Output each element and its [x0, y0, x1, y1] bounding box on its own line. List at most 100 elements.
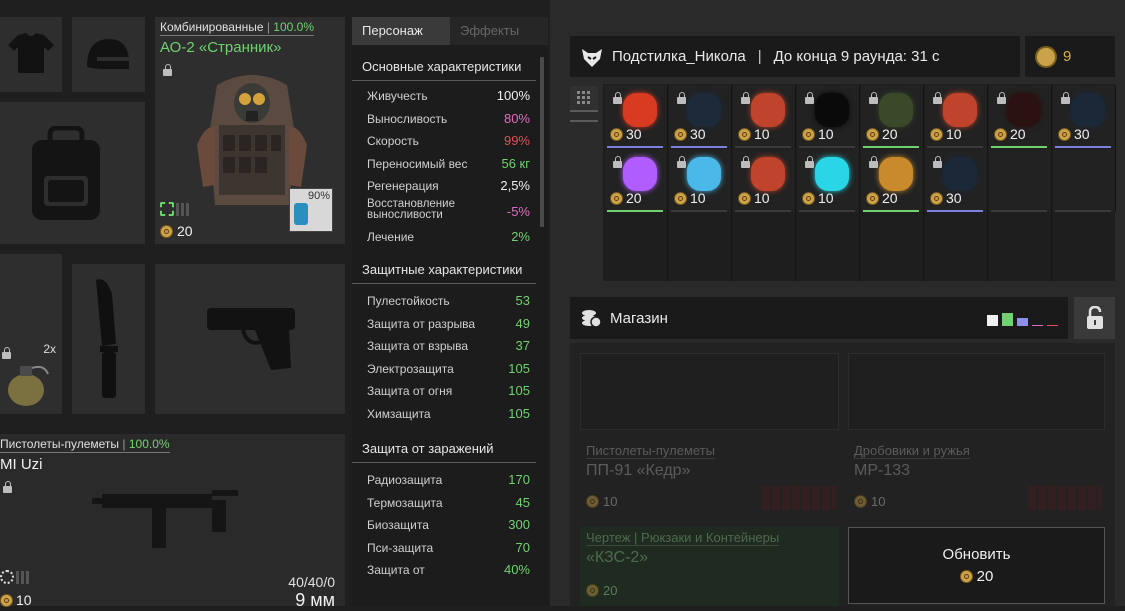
- section-title-infection: Защита от заражений: [352, 435, 536, 463]
- knife-slot[interactable]: [72, 264, 145, 414]
- inventory-empty-slot[interactable]: [1053, 149, 1116, 212]
- grenade-count: 2x: [43, 342, 56, 356]
- weapon-image: [92, 490, 238, 548]
- tab-character[interactable]: Персонаж: [352, 17, 450, 45]
- knife-icon: [96, 279, 118, 398]
- stat-label: Лечение: [367, 229, 415, 244]
- inventory-item[interactable]: 10: [733, 85, 796, 148]
- refresh-label: Обновить: [942, 546, 1011, 563]
- coin-icon: [0, 593, 13, 607]
- artifact-image: [623, 93, 657, 127]
- stat-value: -5%: [506, 203, 530, 219]
- inventory-item[interactable]: 30: [925, 149, 988, 212]
- shirt-slot[interactable]: [0, 17, 62, 92]
- shop-card-category: Пистолеты-пулеметы: [586, 443, 715, 459]
- stats-panel: Персонаж Эффекты Основные характеристики…: [352, 17, 548, 606]
- tab-effects[interactable]: Эффекты: [450, 17, 548, 45]
- item-price: 10: [946, 126, 962, 142]
- lock-icon: [869, 156, 878, 168]
- shop-slot-empty[interactable]: [848, 353, 1105, 430]
- weapon-slot[interactable]: Пистолеты-пулеметы | 100.0% MI Uzi 10 40…: [0, 434, 345, 610]
- shop-header: Магазин: [570, 297, 1068, 339]
- scrollbar[interactable]: [540, 57, 544, 227]
- stat-row: Защита от огня 105: [352, 380, 548, 403]
- inventory-item[interactable]: 10: [733, 149, 796, 212]
- stat-row: Биозащита 300: [352, 514, 548, 537]
- lock-icon: [677, 156, 686, 168]
- stat-value: 80%: [503, 110, 530, 126]
- item-price: 30: [1074, 126, 1090, 142]
- backpack-slot[interactable]: [0, 102, 145, 244]
- stat-row: Лечение 2%: [352, 226, 548, 249]
- stat-row: Живучесть 100%: [352, 85, 548, 108]
- rarity-line: [607, 210, 663, 212]
- inventory-item[interactable]: 20: [989, 85, 1052, 148]
- stat-row: Пси-защита 70: [352, 537, 548, 560]
- inventory-item[interactable]: 30: [669, 85, 732, 148]
- grenade-slot[interactable]: 2x: [0, 254, 62, 414]
- shop-card[interactable]: Пистолеты-пулеметы ПП-91 «Кедр» 10: [580, 440, 839, 517]
- coin-icon: [866, 191, 879, 205]
- inventory-item[interactable]: 10: [797, 149, 860, 212]
- stat-row: Выносливость 80%: [352, 108, 548, 131]
- filter-white[interactable]: [987, 315, 998, 326]
- armor-slot[interactable]: Комбинированные | 100.0% АО-2 «Странник»…: [155, 17, 345, 244]
- coin-icon: [959, 570, 973, 583]
- rarity-line: [671, 210, 727, 212]
- backpack-icon: [32, 126, 100, 220]
- artifact-image: [943, 93, 977, 127]
- inventory-item[interactable]: 10: [797, 85, 860, 148]
- shop-slot-empty[interactable]: [580, 353, 839, 430]
- inventory-item[interactable]: 10: [925, 85, 988, 148]
- stat-row: Скорость 99%: [352, 130, 548, 153]
- inventory-item[interactable]: 10: [669, 149, 732, 212]
- inventory-item[interactable]: 20: [861, 85, 924, 148]
- inventory-empty-slot[interactable]: [989, 149, 1052, 212]
- stat-value: 56 кг: [501, 155, 530, 171]
- helmet-icon: [87, 39, 129, 69]
- inventory-item[interactable]: 30: [605, 85, 668, 148]
- level-bar: [16, 570, 19, 584]
- stat-label: Восстановление выносливости: [367, 197, 455, 221]
- filter-red[interactable]: [1047, 325, 1058, 326]
- level-bar: [26, 570, 29, 584]
- coin-icon: [738, 127, 751, 141]
- shop-card-name: МР-133: [854, 462, 911, 479]
- item-price: 20: [1010, 126, 1026, 142]
- filter-green[interactable]: [1002, 313, 1013, 326]
- shop-card-blueprint[interactable]: Чертеж | Рюкзаки и Контейнеры «КЗС-2» 20: [580, 527, 839, 606]
- armor-category: Комбинированные: [160, 20, 264, 34]
- stat-value: 105: [508, 383, 530, 398]
- rarity-line: [991, 146, 1047, 148]
- stat-row: Химзащита 105: [352, 403, 548, 426]
- item-price: 30: [626, 126, 642, 142]
- armor-container[interactable]: 90%: [289, 188, 333, 232]
- filter-pink[interactable]: [1032, 325, 1043, 326]
- coin-icon: [586, 495, 599, 508]
- coin-icon: [610, 127, 623, 141]
- lock-icon: [163, 64, 172, 76]
- grid-icon: [577, 91, 590, 104]
- shop-lock-button[interactable]: [1074, 297, 1115, 339]
- lock-icon: [933, 156, 942, 168]
- refresh-button[interactable]: Обновить 20: [848, 527, 1105, 604]
- header-separator: |: [757, 48, 762, 65]
- inventory-item[interactable]: 20: [861, 149, 924, 212]
- helmet-slot[interactable]: [72, 17, 145, 92]
- lock-icon: [933, 92, 942, 104]
- level-bar: [186, 202, 189, 216]
- lock-icon: [613, 92, 622, 104]
- inventory-item[interactable]: 20: [605, 149, 668, 212]
- filter-blue[interactable]: [1017, 318, 1028, 326]
- stat-label: Биозащита: [367, 518, 429, 532]
- shop-card[interactable]: Дробовики и ружья МР-133 10: [848, 440, 1105, 517]
- pistol-slot[interactable]: [155, 264, 345, 414]
- inventory-item[interactable]: 30: [1053, 85, 1116, 148]
- lock-icon: [3, 481, 12, 493]
- grid-view-toggle[interactable]: [570, 86, 598, 112]
- stat-row: Пулестойкость 53: [352, 290, 548, 313]
- coin-icon: [160, 224, 173, 238]
- item-price: 20: [626, 190, 642, 206]
- section-title-protection: Защитные характеристики: [352, 256, 536, 284]
- stat-label: Защита от огня: [367, 384, 453, 398]
